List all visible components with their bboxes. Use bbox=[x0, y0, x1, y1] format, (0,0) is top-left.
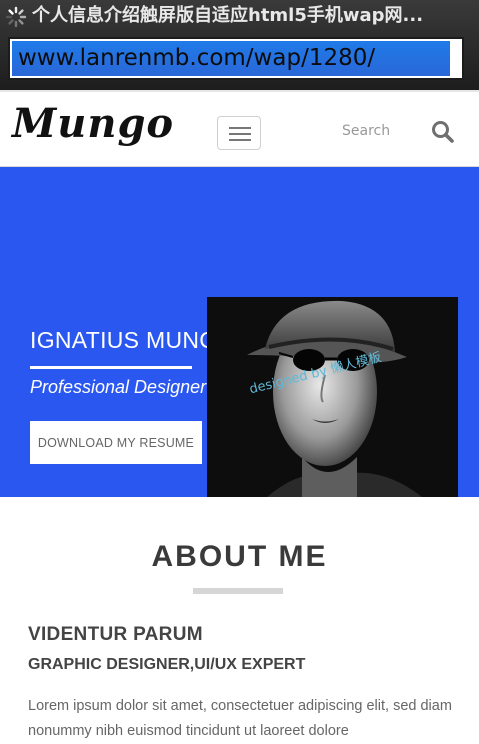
about-divider bbox=[193, 588, 283, 594]
hero-section: IGNATIUS MUNGO Professional Designer DOW… bbox=[0, 167, 479, 497]
about-name: VIDENTUR PARUM bbox=[28, 624, 203, 645]
about-role: GRAPHIC DESIGNER,UI/UX EXPERT bbox=[28, 656, 306, 673]
hero-name: IGNATIUS MUNGO bbox=[30, 327, 236, 353]
profile-photo: designed by 懒人模板 bbox=[207, 297, 458, 497]
hamburger-menu-icon bbox=[229, 127, 251, 129]
about-text: Lorem ipsum dolor sit amet, consectetuer… bbox=[28, 698, 452, 739]
url-field[interactable]: www.lanrenmb.com/wap/1280/ bbox=[8, 37, 464, 80]
tab-title: 个人信息介绍触屏版自适应html5手机wap网... bbox=[32, 5, 424, 26]
logo[interactable]: Mungo bbox=[12, 100, 174, 147]
browser-bar: 个人信息介绍触屏版自适应html5手机wap网... www.lanrenmb.… bbox=[0, 0, 479, 90]
download-resume-button[interactable]: DOWNLOAD MY RESUME bbox=[30, 421, 202, 464]
about-title: ABOUT ME bbox=[151, 540, 328, 573]
hero-role: Professional Designer bbox=[30, 377, 207, 397]
search-input[interactable] bbox=[336, 118, 434, 144]
hamburger-menu-icon bbox=[229, 139, 251, 141]
loading-spinner-icon bbox=[5, 6, 27, 28]
url-text[interactable]: www.lanrenmb.com/wap/1280/ bbox=[12, 41, 450, 76]
hamburger-menu-icon bbox=[229, 133, 251, 135]
hero-divider bbox=[30, 366, 192, 369]
search-icon[interactable] bbox=[430, 119, 456, 145]
site-header: Mungo bbox=[0, 90, 479, 167]
portrait-image bbox=[207, 297, 458, 497]
hamburger-menu-button[interactable] bbox=[217, 116, 261, 150]
